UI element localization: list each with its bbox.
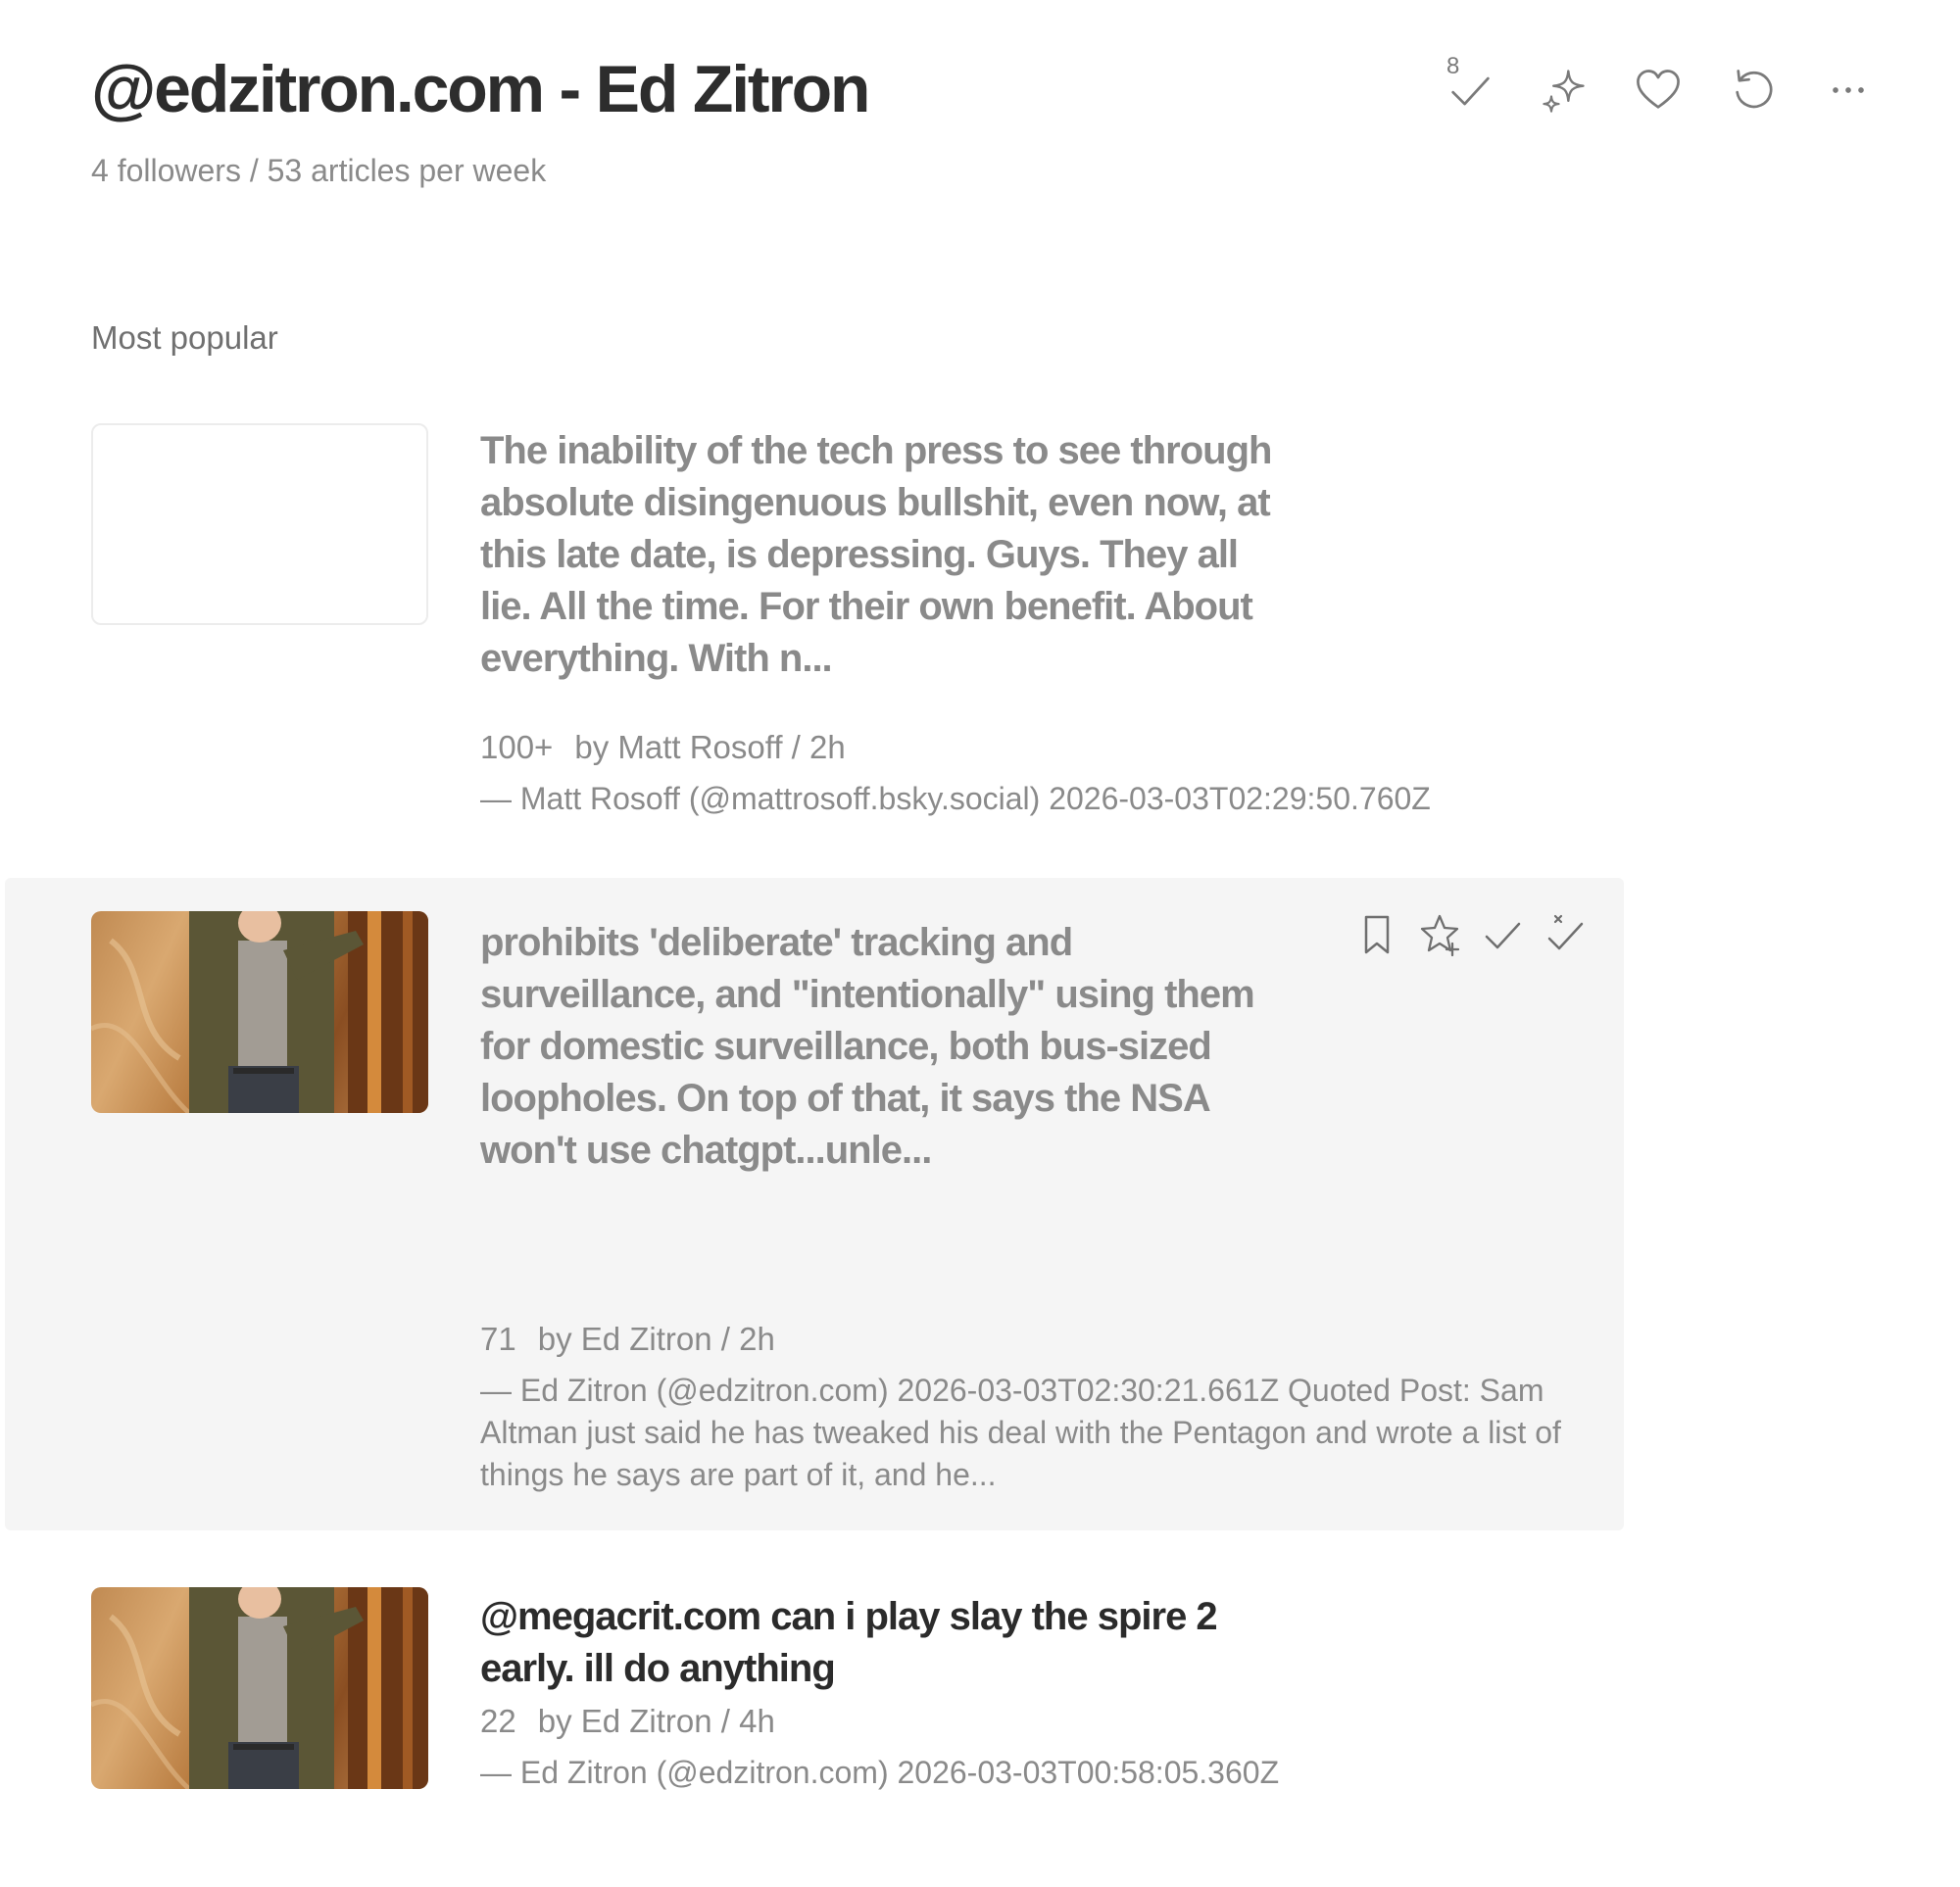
author-time: by Matt Rosoff / 2h — [574, 729, 846, 765]
popularity-count: 71 — [480, 1321, 516, 1357]
article-title[interactable]: The inability of the tech press to see t… — [480, 425, 1284, 685]
bookmark-icon — [1364, 915, 1390, 954]
person-photo — [91, 1587, 428, 1789]
row-actions — [1348, 905, 1602, 964]
feed-toolbar: 8 — [1441, 51, 1891, 129]
check-above-icon — [1547, 914, 1584, 950]
article-byline: 71 by Ed Zitron / 2h — [480, 1319, 775, 1360]
article-snippet: — Ed Zitron (@edzitron.com) 2026-03-03T0… — [480, 1373, 1561, 1492]
author-time: by Ed Zitron / 4h — [537, 1703, 775, 1739]
article-thumbnail — [91, 1587, 428, 1789]
article-row[interactable]: prohibits 'deliberate' tracking and surv… — [5, 878, 1624, 1530]
mark-read-button[interactable] — [1473, 905, 1532, 964]
author-time: by Ed Zitron / 2h — [537, 1321, 775, 1357]
article-row[interactable]: The inability of the tech press to see t… — [5, 411, 1624, 872]
feed-title: @edzitron.com - Ed Zitron — [91, 52, 870, 126]
mark-above-read-button[interactable] — [1536, 905, 1594, 964]
article-row[interactable]: @megacrit.com can i play slay the spire … — [5, 1558, 1624, 1813]
article-thumbnail — [91, 423, 428, 625]
follow-button[interactable] — [1629, 61, 1688, 120]
bookmark-button[interactable] — [1348, 905, 1406, 964]
magic-button[interactable] — [1535, 61, 1593, 120]
article-thumbnail — [91, 911, 428, 1113]
article-byline: 22 by Ed Zitron / 4h — [480, 1701, 775, 1742]
article-title[interactable]: @megacrit.com can i play slay the spire … — [480, 1591, 1284, 1695]
feed-stats: 4 followers / 53 articles per week — [91, 153, 547, 188]
check-icon — [1485, 922, 1521, 949]
mark-all-read-button[interactable]: 8 — [1441, 53, 1499, 120]
refresh-button[interactable] — [1725, 61, 1784, 120]
article-byline: 100+ by Matt Rosoff / 2h — [480, 727, 846, 768]
heart-icon — [1637, 70, 1680, 109]
sparkles-icon — [1543, 70, 1585, 113]
more-icon — [1833, 87, 1864, 93]
unread-count: 8 — [1446, 53, 1460, 79]
section-label: Most popular — [91, 319, 278, 356]
feed-page: @edzitron.com - Ed Zitron 4 followers / … — [0, 0, 1960, 1887]
article-title[interactable]: prohibits 'deliberate' tracking and surv… — [480, 917, 1284, 1177]
popularity-count: 22 — [480, 1703, 516, 1739]
star-add-icon — [1420, 914, 1460, 957]
article-snippet: — Matt Rosoff (@mattrosoff.bsky.social) … — [480, 781, 1431, 816]
popularity-count: 100+ — [480, 729, 554, 765]
refresh-icon — [1736, 70, 1773, 109]
person-photo — [91, 911, 428, 1113]
article-snippet: — Ed Zitron (@edzitron.com) 2026-03-03T0… — [480, 1755, 1280, 1790]
more-options-button[interactable] — [1819, 61, 1878, 120]
star-button[interactable] — [1410, 905, 1469, 964]
